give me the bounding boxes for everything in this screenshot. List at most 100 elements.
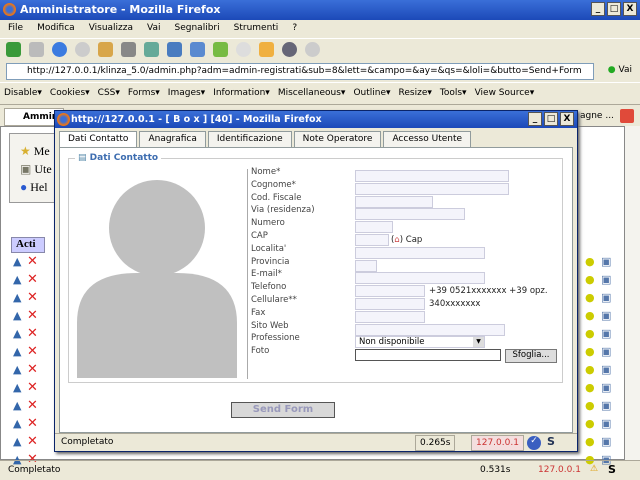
gear-icon[interactable] [305,42,320,57]
user-icon[interactable]: ▲ [13,255,21,268]
delete-icon[interactable]: ✕ [27,254,38,269]
menu-help[interactable]: ? [292,23,297,35]
window-icon[interactable] [167,42,182,57]
user-icon[interactable]: ▲ [13,273,21,286]
user-icon[interactable]: ▲ [13,417,21,430]
delete-icon[interactable]: ✕ [27,416,38,431]
warning-icon[interactable]: ⚠ [590,464,598,474]
mail-icon[interactable] [144,42,159,57]
tab-other[interactable]: agne ... [580,111,614,121]
menu-vai[interactable]: Vai [147,23,160,35]
home-icon[interactable] [98,42,113,57]
menu-strumenti[interactable]: Strumenti [234,23,279,35]
s-icon[interactable]: S [547,435,555,448]
field-input[interactable] [355,195,433,208]
copy-icon[interactable]: ▣ [601,435,611,448]
information-menu[interactable]: Information▾ [213,88,270,99]
delete-icon[interactable]: ✕ [27,380,38,395]
stop-icon[interactable] [75,42,90,57]
copy-icon[interactable]: ▣ [601,291,611,304]
delete-icon[interactable]: ✕ [27,434,38,449]
delete-icon[interactable]: ✕ [27,398,38,413]
field-input[interactable] [355,246,485,259]
clipboard-icon[interactable] [190,42,205,57]
close-button[interactable]: X [623,2,637,16]
menu-segnalibri[interactable]: Segnalibri [175,23,220,35]
field-input[interactable] [355,272,485,285]
bulb-icon[interactable]: ● [585,273,595,286]
delete-icon[interactable]: ✕ [27,272,38,287]
clock-icon[interactable] [236,42,251,57]
bulb-icon[interactable]: ● [585,381,595,394]
upload-icon[interactable] [213,42,228,57]
popup-minimize-button[interactable]: _ [528,112,542,126]
reload-icon[interactable] [52,42,67,57]
popup-close-button[interactable]: X [560,112,574,126]
copy-icon[interactable]: ▣ [601,363,611,376]
send-form-button[interactable]: Send Form [231,402,335,418]
go-button[interactable]: ● Vai [608,65,632,75]
menu-modifica[interactable]: Modifica [37,23,75,35]
bulb-icon[interactable]: ● [585,399,595,412]
field-input[interactable] [355,208,465,221]
tab-dati-contatto[interactable]: Dati Contatto [59,131,138,148]
user-icon[interactable]: ▲ [13,363,21,376]
field-input[interactable] [355,234,389,246]
tools-menu[interactable]: Tools▾ [440,88,467,99]
forward-icon[interactable] [29,42,44,57]
view-source-menu[interactable]: View Source▾ [475,88,535,99]
copy-icon[interactable]: ▣ [601,345,611,358]
s-icon[interactable]: S [608,463,616,476]
css-menu[interactable]: CSS▾ [98,88,120,99]
url-input[interactable]: http://127.0.0.1/klinza_5.0/admin.php?ad… [6,63,594,80]
copy-icon[interactable]: ▣ [601,381,611,394]
menu-file[interactable]: File [8,23,23,35]
bulb-icon[interactable]: ● [585,291,595,304]
check-icon[interactable]: ✓ [527,436,541,450]
print-icon[interactable] [121,42,136,57]
resize-menu[interactable]: Resize▾ [399,88,432,99]
chevron-down-icon[interactable]: ▼ [473,337,484,348]
rss-icon[interactable] [259,42,274,57]
bulb-icon[interactable]: ● [585,417,595,430]
user-icon[interactable]: ▲ [13,381,21,394]
copy-icon[interactable]: ▣ [601,399,611,412]
bulb-icon[interactable]: ● [585,327,595,340]
page-scrollbar[interactable] [625,126,640,460]
delete-icon[interactable]: ✕ [27,290,38,305]
minimize-button[interactable]: _ [591,2,605,16]
field-input[interactable] [355,182,509,195]
miscellaneous-menu[interactable]: Miscellaneous▾ [278,88,346,99]
field-input[interactable] [355,310,425,323]
user-icon[interactable]: ▲ [13,435,21,448]
user-icon[interactable]: ▲ [13,399,21,412]
bulb-icon[interactable]: ● [585,345,595,358]
forms-menu[interactable]: Forms▾ [128,88,160,99]
field-input[interactable] [355,323,505,336]
field-input[interactable] [355,285,425,298]
cookies-menu[interactable]: Cookies▾ [50,88,90,99]
copy-icon[interactable]: ▣ [601,273,611,286]
tab-identificazione[interactable]: Identificazione [207,131,292,147]
copy-icon[interactable]: ▣ [601,255,611,268]
field-input[interactable] [355,259,377,272]
tab-accesso-utente[interactable]: Accesso Utente [383,131,472,147]
copy-icon[interactable]: ▣ [601,309,611,322]
copy-icon[interactable]: ▣ [601,327,611,340]
field-input[interactable] [355,170,509,182]
copy-icon[interactable]: ▣ [601,417,611,430]
delete-icon[interactable]: ✕ [27,308,38,323]
bulb-icon[interactable]: ● [585,255,595,268]
foto-file-input[interactable] [355,349,501,362]
tab-anagrafica[interactable]: Anagrafica [139,131,206,147]
images-menu[interactable]: Images▾ [168,88,205,99]
maximize-button[interactable]: □ [607,2,621,16]
user-icon[interactable]: ▲ [13,291,21,304]
user-icon[interactable]: ▲ [13,345,21,358]
menu-visualizza[interactable]: Visualizza [89,23,133,35]
field-input[interactable] [355,298,425,310]
user-icon[interactable]: ▲ [13,309,21,322]
delete-icon[interactable]: ✕ [27,362,38,377]
globe-icon[interactable] [282,42,297,57]
tab-note-operatore[interactable]: Note Operatore [293,131,382,147]
